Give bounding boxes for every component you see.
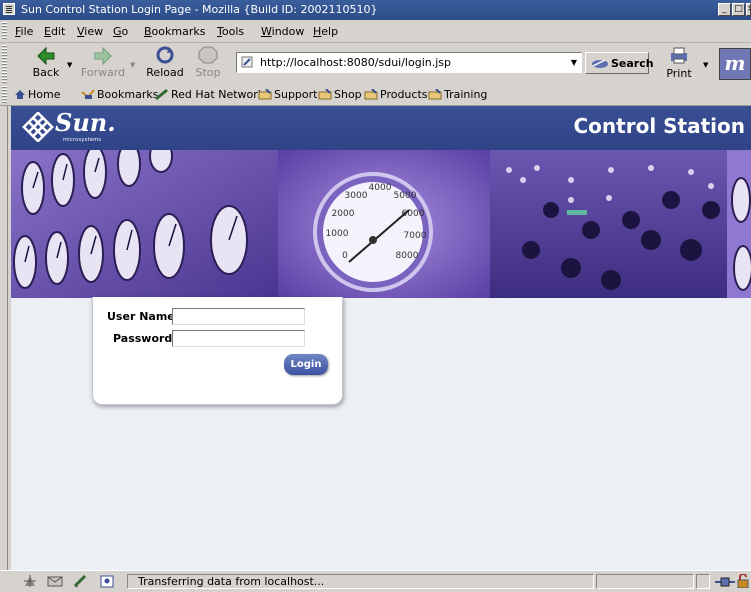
- personal-toolbar: Home Bookmarks Red Hat Network Support S…: [0, 85, 751, 106]
- svg-text:0: 0: [342, 251, 348, 261]
- meter-panel-image: [11, 150, 278, 298]
- status-bar: Transferring data from localhost...: [0, 570, 751, 592]
- forward-history-dropdown[interactable]: ▼: [130, 61, 135, 69]
- login-panel: User Name: Password: Login: [92, 297, 343, 405]
- back-history-dropdown[interactable]: ▼: [67, 61, 72, 69]
- print-dropdown[interactable]: ▼: [703, 61, 708, 69]
- password-input[interactable]: [172, 330, 305, 347]
- svg-text:4000: 4000: [369, 183, 392, 193]
- back-button[interactable]: Back: [28, 45, 64, 79]
- folder-icon: [318, 89, 332, 100]
- svg-text:5000: 5000: [394, 191, 417, 201]
- print-button[interactable]: Print: [664, 46, 694, 80]
- personalbar-grip[interactable]: [2, 86, 7, 104]
- bookmark-red-hat-network[interactable]: Red Hat Network: [155, 88, 264, 101]
- window-menu-icon[interactable]: [3, 3, 15, 15]
- folder-icon: [364, 89, 378, 100]
- security-lock-icon[interactable]: [737, 574, 751, 588]
- username-input[interactable]: [172, 308, 305, 325]
- login-button[interactable]: Login: [284, 354, 328, 375]
- sun-diamond-icon: [22, 112, 54, 142]
- menu-file[interactable]: File: [15, 25, 33, 38]
- forward-button[interactable]: Forward: [80, 45, 126, 79]
- menubar-grip[interactable]: [2, 22, 7, 40]
- reload-icon: [153, 45, 177, 65]
- bookmark-support[interactable]: Support: [258, 88, 317, 101]
- title-bar[interactable]: Sun Control Station Login Page - Mozilla…: [0, 0, 751, 20]
- page-proxy-icon[interactable]: [241, 56, 253, 68]
- bookmarks-button[interactable]: Bookmarks: [81, 88, 158, 101]
- menu-bookmarks[interactable]: Bookmarks: [144, 25, 205, 38]
- menu-help[interactable]: Help: [313, 25, 338, 38]
- hero-image: 3000 4000 5000 2000 6000 1000 7000 0 800…: [11, 150, 751, 298]
- minimize-button[interactable]: _: [718, 3, 731, 16]
- online-status-icon[interactable]: [715, 574, 735, 588]
- svg-text:8000: 8000: [396, 251, 419, 261]
- bookmarks-icon: [81, 89, 95, 99]
- menu-window[interactable]: Window: [261, 25, 304, 38]
- home-button[interactable]: Home: [14, 88, 60, 101]
- window-title: Sun Control Station Login Page - Mozilla…: [21, 3, 378, 16]
- menu-tools[interactable]: Tools: [217, 25, 244, 38]
- mozilla-throbber-icon[interactable]: m: [719, 48, 751, 80]
- svg-text:2000: 2000: [332, 209, 355, 219]
- mail-icon[interactable]: [47, 574, 63, 588]
- address-book-icon[interactable]: [99, 574, 115, 588]
- security-panel: [696, 574, 710, 589]
- mixer-console-image: [490, 150, 751, 298]
- close-button[interactable]: ×: [746, 3, 751, 16]
- bookmark-shop[interactable]: Shop: [318, 88, 362, 101]
- menu-go[interactable]: Go: [113, 25, 128, 38]
- forward-arrow-icon: [91, 45, 115, 66]
- stop-icon: [196, 45, 220, 65]
- status-text: Transferring data from localhost...: [127, 574, 594, 589]
- menu-view[interactable]: View: [77, 25, 103, 38]
- folder-icon: [428, 89, 442, 100]
- bookmark-products[interactable]: Products: [364, 88, 428, 101]
- url-bar[interactable]: http://localhost:8080/sdui/login.jsp: [236, 52, 582, 73]
- pen-icon: [155, 89, 168, 100]
- composer-icon[interactable]: [73, 574, 89, 588]
- printer-icon: [667, 46, 691, 66]
- svg-text:1000: 1000: [326, 229, 349, 239]
- stop-button[interactable]: Stop: [193, 45, 223, 79]
- sun-logo: Sun. microsystems: [21, 108, 116, 146]
- menu-bar: File Edit View Go Bookmarks Tools Window…: [0, 20, 751, 43]
- page-title: Control Station: [573, 114, 746, 138]
- menu-edit[interactable]: Edit: [44, 25, 65, 38]
- home-icon: [15, 90, 25, 99]
- svg-text:7000: 7000: [404, 231, 427, 241]
- progress-panel: [596, 574, 694, 589]
- password-label: Password:: [113, 332, 177, 345]
- username-label: User Name:: [107, 310, 180, 323]
- page-content: Sun. microsystems Control Station 3000 4…: [11, 106, 751, 570]
- folder-icon: [258, 89, 272, 100]
- page-header-banner: Sun. microsystems Control Station: [11, 106, 751, 150]
- navigator-icon[interactable]: [22, 574, 38, 588]
- back-arrow-icon: [34, 45, 58, 66]
- bookmark-training[interactable]: Training: [428, 88, 487, 101]
- url-history-dropdown[interactable]: ▼: [567, 54, 581, 71]
- search-icon: [592, 59, 608, 68]
- url-text: http://localhost:8080/sdui/login.jsp: [260, 56, 451, 69]
- search-button[interactable]: Search: [585, 52, 654, 74]
- reload-button[interactable]: Reload: [145, 45, 185, 79]
- navbar-grip[interactable]: [2, 45, 7, 83]
- svg-text:3000: 3000: [345, 191, 368, 201]
- maximize-button[interactable]: □: [732, 3, 745, 16]
- pressure-gauge-image: 3000 4000 5000 2000 6000 1000 7000 0 800…: [278, 150, 490, 298]
